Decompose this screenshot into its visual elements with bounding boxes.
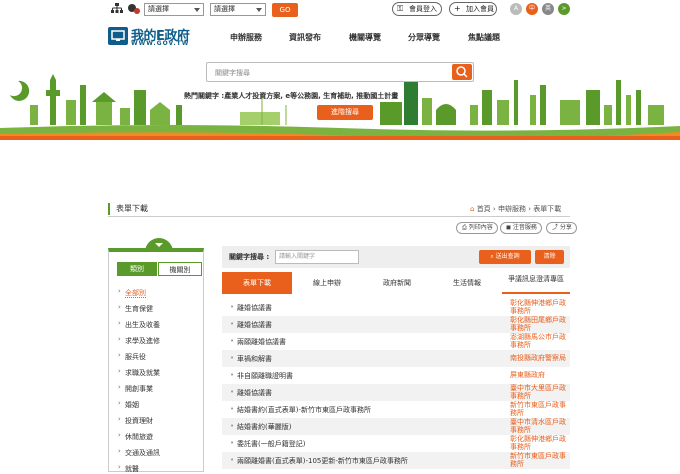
sidebar-collapse-icon[interactable] [145, 238, 173, 252]
table-row[interactable]: 離婚協議書彰化縣田尾鄉戶政事務所 [222, 316, 570, 333]
breadcrumb-home[interactable]: 首頁 [477, 205, 491, 213]
key-icon: ⚿ [397, 4, 404, 13]
divider [108, 216, 570, 217]
tab-agency[interactable]: 機關別 [158, 262, 202, 276]
sidebar-item-all[interactable]: 全部別 [118, 287, 146, 298]
tab-category[interactable]: 類別 [117, 262, 157, 276]
sidebar-item-medical[interactable]: 就醫 [118, 463, 139, 474]
sidebar-item-health[interactable]: 生育保健 [118, 303, 153, 314]
table-row[interactable]: 兩願離婚書(直式表單)-105更新-新竹市東區戶政事務所新竹市東區戶政事務所 [222, 452, 570, 469]
tab-life[interactable]: 生活情報 [432, 272, 502, 294]
font-size-button[interactable]: A [510, 3, 522, 15]
table-row[interactable]: 離婚協議書彰化縣伸港鄉戶政事務所 [222, 299, 570, 316]
site-logo[interactable]: 我的E政府 WWW.GOV.TW [108, 25, 208, 49]
nav-item-apply[interactable]: 申辦服務 [230, 32, 262, 43]
sidebar-item-transport[interactable]: 交通及通訊 [118, 447, 160, 458]
search-button[interactable] [452, 64, 472, 80]
share-icon: ⤴ [552, 224, 560, 231]
nav-item-agencies[interactable]: 機關導覽 [349, 32, 381, 43]
clear-button[interactable]: 清除 [535, 250, 564, 264]
sidebar-item-finance[interactable]: 投資理財 [118, 415, 153, 426]
breadcrumb: ⌂ 首頁 › 申辦服務 › 表單下載 [470, 205, 562, 213]
search-icon [456, 66, 468, 78]
nav-item-news[interactable]: 資訊發布 [289, 32, 321, 43]
breadcrumb-current: 表單下載 [533, 205, 562, 213]
more-button[interactable]: > [558, 3, 570, 15]
site-search: 關鍵字搜尋 [206, 62, 474, 82]
tab-clarify[interactable]: 爭議訊息澄清專區 [502, 272, 570, 292]
table-row[interactable]: 委託書(一般戶籍登記)彰化縣伸港鄉戶政事務所 [222, 435, 570, 452]
table-row[interactable]: 非自願離職證明書屏東縣政府 [222, 367, 570, 384]
sidebar-item-travel[interactable]: 休閒旅遊 [118, 431, 153, 442]
share-button[interactable]: ⤴ 分享 [546, 222, 577, 234]
home-icon: ⌂ [470, 205, 475, 213]
table-row[interactable]: 車禍和解書南投縣政府警察局 [222, 350, 570, 367]
plus-icon: + [454, 4, 461, 13]
keyword-label: 關鍵字搜尋 : [229, 253, 270, 261]
nav-item-audience[interactable]: 分眾導覽 [408, 32, 440, 43]
search-input[interactable]: 關鍵字搜尋 [215, 68, 250, 78]
select-2[interactable]: 請選擇 [210, 3, 266, 16]
lang-en-button[interactable]: 英 [542, 3, 554, 15]
phonetic-button[interactable]: ◼ 注音服務 [500, 222, 542, 234]
sidebar-item-birth[interactable]: 出生及收養 [118, 319, 160, 330]
select-1[interactable]: 請選擇 [144, 3, 204, 16]
lang-zh-button[interactable]: 中 [526, 3, 538, 15]
logo-url: WWW.GOV.TW [131, 40, 190, 47]
sidebar-item-study[interactable]: 求學及進修 [118, 335, 160, 346]
table-row[interactable]: 結婚書約(華麗版)臺中市清水區戶政事務所 [222, 418, 570, 435]
accessibility-search-icon[interactable] [127, 3, 140, 15]
hot-keywords[interactable]: 熱門關鍵字 :產業人才投資方案, e等公務園, 生育補助, 推動國土計畫 [184, 91, 398, 101]
rss-icon: ◼ [506, 224, 513, 231]
sidebar-item-jobs[interactable]: 求職及就業 [118, 367, 160, 378]
tab-forms[interactable]: 表單下載 [222, 272, 292, 294]
sidebar-item-business[interactable]: 開創事業 [118, 383, 153, 394]
keyword-input[interactable]: 請輸入關鍵字 [275, 250, 359, 264]
submit-query-button[interactable]: ⌕ 送出查詢 [479, 250, 531, 264]
logo-icon [108, 27, 128, 45]
tab-online[interactable]: 線上申辦 [292, 272, 362, 294]
table-row[interactable]: 離婚協議書臺中市大里區戶政事務所 [222, 384, 570, 401]
tab-news[interactable]: 政府新聞 [362, 272, 432, 294]
login-button[interactable]: ⚿ 會員登入 [392, 2, 442, 16]
table-row[interactable]: 兩願離婚協議書澎湖縣馬公市戶政事務所 [222, 333, 570, 350]
print-icon: ⎙ [462, 224, 469, 231]
nav-item-focus[interactable]: 焦點議題 [468, 32, 500, 43]
breadcrumb-apply[interactable]: 申辦服務 [498, 205, 526, 213]
table-row[interactable]: 結婚書約(直式表單)-新竹市東區戶政事務所新竹市東區戶政事務所 [222, 401, 570, 418]
print-button[interactable]: ⎙ 列印內容 [456, 222, 498, 234]
join-button[interactable]: + 加入會員 [449, 2, 497, 16]
go-button[interactable]: GO [272, 3, 298, 17]
sitemap-icon[interactable] [111, 3, 123, 15]
page-title: 表單下載 [108, 203, 148, 215]
sidebar-item-military[interactable]: 服兵役 [118, 351, 146, 362]
advanced-search-button[interactable]: 進階搜尋 [317, 105, 373, 120]
top-bar: 請選擇 請選擇 GO ⚿ 會員登入 + 加入會員 A 中 英 > [0, 0, 680, 22]
sidebar-item-marriage[interactable]: 婚姻 [118, 399, 139, 410]
